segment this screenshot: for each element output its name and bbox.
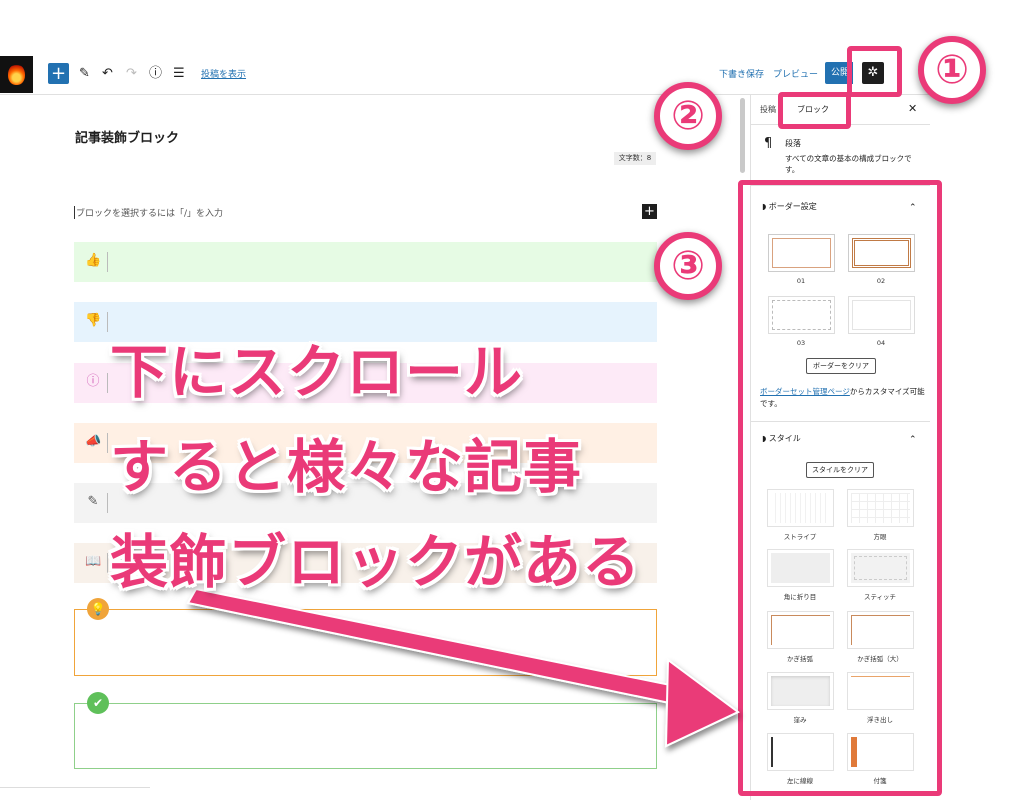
annotation-line-2: すると様々な記事 [110, 433, 583, 501]
annotation-line-3: 装飾ブロックがある [110, 528, 642, 596]
arrow-head [664, 658, 740, 748]
annotation-line-1: 下にスクロール [110, 338, 524, 406]
arrow-shaft [186, 587, 692, 708]
